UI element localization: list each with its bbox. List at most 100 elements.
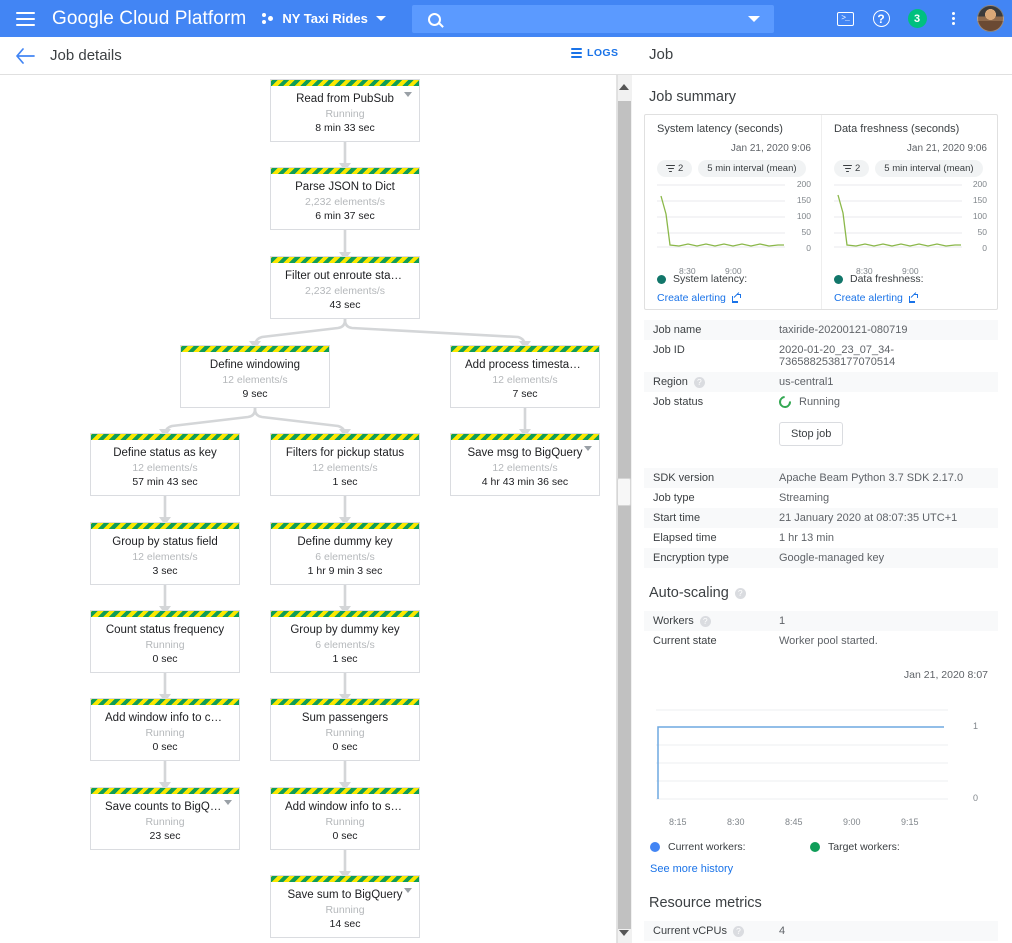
chevron-down-icon[interactable] [584, 446, 592, 451]
help-icon[interactable]: ? [732, 925, 744, 937]
table-row: Encryption type Google-managed key [644, 548, 998, 568]
graph-node[interactable]: Save msg to BigQuery 12 elements/s 4 hr 43… [450, 433, 600, 496]
project-selector[interactable]: NY Taxi Rides [262, 11, 386, 26]
interval-chip[interactable]: 5 min interval (mean) [875, 160, 983, 177]
graph-node[interactable]: Add process timestamp 12 elements/s 7 sec [450, 345, 600, 408]
see-more-history-link[interactable]: See more history [650, 863, 733, 875]
node-status-stripe [271, 434, 419, 440]
row-label: SDK version [653, 472, 715, 484]
graph-node[interactable]: Count status frequency Running 0 sec [90, 610, 240, 673]
node-throughput: Running [145, 727, 185, 739]
node-throughput: Running [145, 816, 185, 828]
x-tick-4: 9:15 [901, 817, 919, 827]
graph-scrollbar-thumb[interactable] [618, 101, 631, 929]
row-value: Running [776, 393, 998, 411]
logs-button-label: LOGS [587, 47, 619, 59]
node-duration: 3 sec [152, 565, 178, 577]
help-icon[interactable]: ? [693, 376, 705, 388]
pane-resize-handle[interactable] [617, 478, 631, 506]
filter-chip-label: 2 [855, 163, 861, 174]
node-name: Sum passengers [301, 712, 389, 724]
filter-chip[interactable]: 2 [834, 160, 870, 177]
avatar[interactable] [977, 5, 1004, 32]
chevron-down-icon[interactable] [404, 888, 412, 893]
graph-node[interactable]: Add window info to sum... Running 0 sec [270, 787, 420, 850]
resource-metrics-heading: Resource metrics [649, 895, 762, 911]
node-name: Define windowing [209, 359, 301, 371]
stop-job-button[interactable]: Stop job [779, 422, 844, 446]
x-tick-1: 8:30 [727, 817, 745, 827]
help-icon[interactable]: ? [699, 615, 711, 627]
job-info-table: Job name taxiride-20200121-080719 Job ID 20… [644, 320, 998, 568]
y-axis-min-label: 0 [972, 793, 978, 803]
create-alerting-label: Create alerting [657, 292, 726, 304]
help-icon[interactable]: ? [734, 587, 746, 599]
job-summary-card: System latency (seconds) Jan 21, 2020 9:… [644, 114, 998, 310]
search-bar[interactable] [412, 5, 774, 33]
row-label: Workers? [653, 615, 779, 627]
more-options-button[interactable] [938, 4, 968, 34]
page-title: Job details [50, 47, 122, 64]
table-row: Start time 21 January 2020 at 08:07:35 UT… [644, 508, 998, 528]
tab-job[interactable]: Job [649, 46, 673, 63]
node-name: Filters for pickup status [285, 447, 405, 459]
node-duration: 8 min 33 sec [315, 122, 375, 134]
node-name: Save sum to BigQuery [287, 889, 403, 901]
graph-node[interactable]: Define dummy key 6 elements/s 1 hr 9 min 3… [270, 522, 420, 585]
stop-job-row: Stop job [644, 412, 998, 454]
back-arrow-icon[interactable] [14, 45, 36, 67]
legend-color-dot [650, 842, 660, 852]
job-graph-pane[interactable]: Read from PubSub Running 8 min 33 sec Parse… [0, 75, 616, 943]
node-name: Save msg to BigQuery [467, 447, 583, 459]
node-duration: 14 sec [329, 918, 361, 930]
graph-node[interactable]: Add window info to cou... Running 0 sec [90, 698, 240, 761]
node-throughput: Running [325, 904, 365, 916]
graph-node[interactable]: Define windowing 12 elements/s 9 sec [180, 345, 330, 408]
node-duration: 0 sec [332, 741, 358, 753]
brand-title[interactable]: Google Cloud Platform [52, 8, 246, 30]
row-value: taxiride-20200121-080719 [779, 324, 908, 336]
row-label: Elapsed time [653, 532, 717, 544]
graph-node[interactable]: Save sum to BigQuery Running 14 sec [270, 875, 420, 938]
create-alerting-link[interactable]: Create alerting [834, 291, 987, 304]
graph-node[interactable]: Sum passengers Running 0 sec [270, 698, 420, 761]
logs-button[interactable]: LOGS [571, 47, 618, 59]
graph-node[interactable]: Read from PubSub Running 8 min 33 sec [270, 79, 420, 142]
node-throughput: 12 elements/s [492, 374, 558, 386]
node-duration: 4 hr 43 min 36 sec [481, 476, 569, 488]
help-button[interactable]: ? [866, 4, 896, 34]
search-input[interactable] [441, 10, 748, 28]
node-status-stripe [91, 611, 239, 617]
chart-chips: 2 5 min interval (mean) [657, 160, 811, 177]
chart-y-axis-labels: 200 150 100 50 0 [972, 179, 987, 253]
graph-node[interactable]: Group by dummy key 6 elements/s 1 sec [270, 610, 420, 673]
graph-node[interactable]: Filters for pickup status 12 elements/s 1 … [270, 433, 420, 496]
node-status-stripe [271, 788, 419, 794]
chevron-down-icon[interactable] [224, 800, 232, 805]
data-freshness-chart-card: Data freshness (seconds) Jan 21, 2020 9:… [821, 115, 997, 309]
graph-node[interactable]: Group by status field 12 elements/s 3 sec [90, 522, 240, 585]
menu-icon[interactable] [6, 0, 44, 37]
auto-scaling-table: Workers? 1 Current state Worker pool starte… [644, 611, 998, 651]
notifications-button[interactable]: 3 [902, 4, 932, 34]
scroll-down-icon[interactable] [619, 930, 629, 936]
row-value: 21 January 2020 at 08:07:35 UTC+1 [779, 512, 958, 524]
graph-node[interactable]: Filter out enroute status 2,232 elements/… [270, 256, 420, 319]
graph-node[interactable]: Save counts to BigQuery Running 23 sec [90, 787, 240, 850]
table-row: Region? us-central1 [644, 372, 998, 392]
cloud-shell-button[interactable]: >_ [830, 4, 860, 34]
chevron-down-icon[interactable] [404, 92, 412, 97]
x-tick-3: 9:00 [843, 817, 861, 827]
chevron-down-icon[interactable] [748, 16, 760, 22]
graph-node[interactable]: Parse JSON to Dict 2,232 elements/s 6 min … [270, 167, 420, 230]
create-alerting-link[interactable]: Create alerting [657, 291, 811, 304]
auto-scaling-heading: Auto-scaling [649, 585, 729, 601]
scroll-up-icon[interactable] [619, 84, 629, 90]
node-status-stripe [271, 523, 419, 529]
node-status-stripe [91, 523, 239, 529]
node-throughput: Running [325, 108, 365, 120]
graph-node[interactable]: Define status as key 12 elements/s 57 min … [90, 433, 240, 496]
filter-chip[interactable]: 2 [657, 160, 693, 177]
table-row: Job name taxiride-20200121-080719 [644, 320, 998, 340]
interval-chip[interactable]: 5 min interval (mean) [698, 160, 806, 177]
